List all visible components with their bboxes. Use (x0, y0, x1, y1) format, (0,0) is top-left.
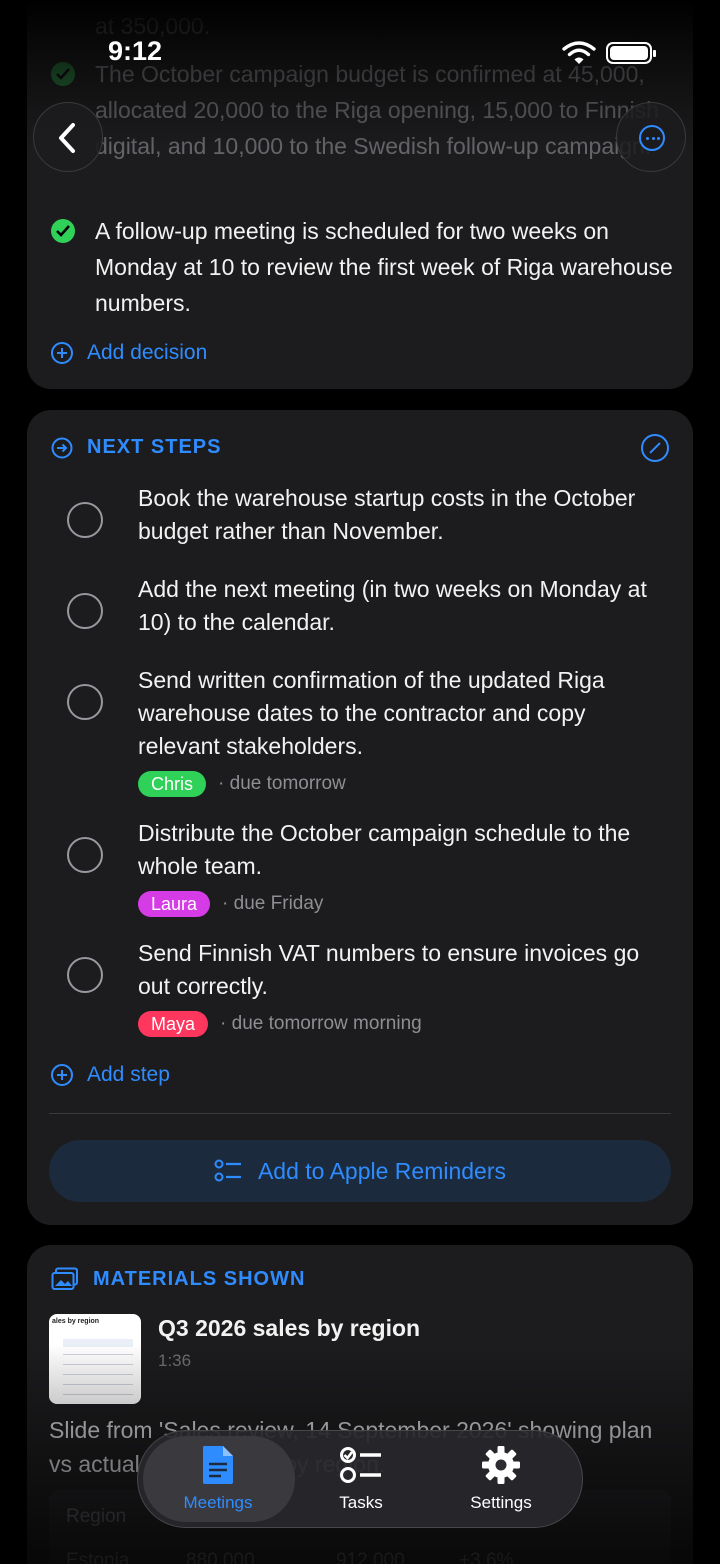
step-checkbox[interactable] (67, 502, 103, 538)
arrow-circle-icon (51, 437, 73, 458)
tab-label: Settings (470, 1493, 532, 1512)
plus-circle-icon (51, 1064, 73, 1086)
dot (651, 137, 655, 140)
tab-settings[interactable]: Settings (431, 1431, 571, 1529)
dot (657, 137, 660, 140)
table-cell: +3.6% (459, 1550, 514, 1564)
divider (49, 1113, 671, 1114)
materials-header: MATERIALS SHOWN (51, 1267, 305, 1291)
decision-text: A follow-up meeting is scheduled for two… (95, 218, 673, 316)
table-cell: 880,000 (186, 1550, 255, 1564)
table-cell: 912,000 (336, 1550, 405, 1564)
photos-icon (51, 1267, 78, 1290)
add-step-label: Add step (87, 1063, 170, 1086)
step-text: Book the warehouse startup costs in the … (138, 485, 636, 544)
step-meta: Maya · due tomorrow morning (138, 1011, 422, 1037)
step-checkbox[interactable] (67, 684, 103, 720)
thumbnail-row (63, 1394, 133, 1395)
assignee-badge[interactable]: Chris (138, 771, 207, 797)
step-text: Send written confirmation of the updated… (138, 667, 605, 759)
status-time: 9:12 (108, 36, 163, 66)
checkmark-icon (51, 62, 75, 86)
step-checkbox[interactable] (67, 837, 103, 873)
add-to-reminders-button[interactable]: Add to Apple Reminders (49, 1140, 671, 1202)
decision-text-partial: at 350,000. (95, 13, 211, 39)
thumbnail-title: ales by region (52, 1318, 100, 1325)
wifi-icon (562, 41, 596, 64)
add-step-button[interactable]: Add step (51, 1063, 170, 1087)
edit-steps-button[interactable] (641, 434, 669, 462)
step-meta: Chris · due tomorrow (138, 771, 346, 797)
checklist-icon (340, 1447, 381, 1483)
assignee-badge[interactable]: Laura (138, 891, 211, 917)
material-timestamp: 1:36 (158, 1351, 192, 1370)
next-steps-card: NEXT STEPS Book the warehouse startup co… (27, 410, 693, 1225)
next-steps-header: NEXT STEPS (51, 436, 221, 459)
thumbnail-row (63, 1364, 133, 1365)
step-checkbox[interactable] (67, 593, 103, 629)
tab-tasks[interactable]: Tasks (291, 1431, 431, 1529)
list-bullet-icon (214, 1159, 241, 1182)
step-text: Add the next meeting (in two weeks on Mo… (138, 576, 647, 635)
tab-bar: Meetings Tasks Settings (137, 1430, 583, 1528)
add-decision-label: Add decision (87, 341, 208, 364)
tab-meetings[interactable]: Meetings (138, 1431, 298, 1529)
thumbnail-row (63, 1354, 133, 1355)
add-decision-button[interactable]: Add decision (51, 341, 207, 365)
status-icons (562, 40, 656, 66)
table-header: Region (66, 1506, 127, 1527)
gear-icon (482, 1446, 520, 1484)
due-text: · due Friday (222, 893, 324, 914)
section-title: MATERIALS SHOWN (93, 1267, 306, 1290)
step-meta: Laura · due Friday (138, 891, 323, 917)
chevron-left-icon (59, 123, 75, 153)
assignee-badge[interactable]: Maya (138, 1011, 209, 1037)
thumbnail-row (63, 1374, 133, 1375)
due-text: · due tomorrow (218, 773, 346, 794)
document-icon (203, 1446, 233, 1484)
step-text: Send Finnish VAT numbers to ensure invoi… (138, 940, 640, 999)
thumbnail-row (63, 1384, 133, 1385)
thumbnail-table-header (63, 1339, 133, 1347)
checkmark-icon (51, 219, 75, 243)
ellipsis-circle-icon (639, 125, 665, 151)
plus-circle-icon (51, 342, 73, 364)
material-title[interactable]: Q3 2026 sales by region (158, 1315, 420, 1342)
slide-thumbnail[interactable]: ales by region (49, 1314, 141, 1404)
table-cell: Estonia (66, 1550, 130, 1564)
decision-text: The October campaign budget is confirmed… (95, 61, 659, 159)
tab-label: Tasks (339, 1493, 383, 1512)
more-options-button[interactable] (616, 102, 686, 172)
section-title: NEXT STEPS (87, 436, 222, 458)
battery-icon (606, 42, 656, 64)
reminders-label: Add to Apple Reminders (257, 1157, 507, 1184)
due-text: · due tomorrow morning (220, 1013, 422, 1034)
tab-label: Meetings (183, 1493, 253, 1512)
step-checkbox[interactable] (67, 957, 103, 993)
step-text: Distribute the October campaign schedule… (138, 820, 631, 879)
dot (646, 137, 649, 140)
back-button[interactable] (33, 102, 103, 172)
